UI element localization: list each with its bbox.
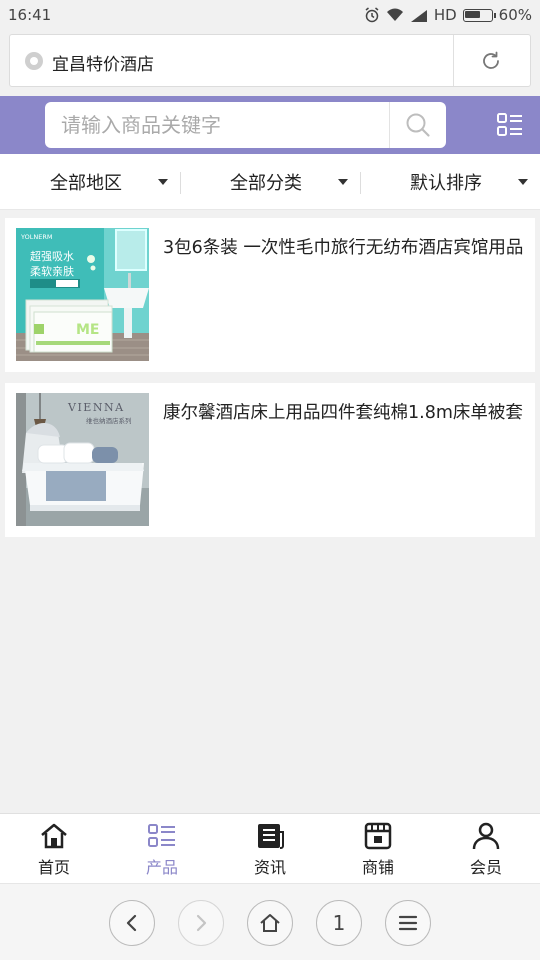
nav-item-news[interactable]: 资讯 [216, 814, 324, 884]
search-box [45, 102, 446, 148]
chevron-right-icon [196, 914, 207, 932]
filter-bar: 全部地区 全部分类 默认排序 [0, 154, 540, 210]
svg-text:YOLNERM: YOLNERM [20, 233, 52, 241]
search-input[interactable] [45, 102, 389, 148]
home-icon [41, 823, 67, 849]
battery-icon [462, 8, 496, 22]
battery-percent: 60% [498, 6, 532, 24]
nav-item-member[interactable]: 会员 [432, 814, 540, 884]
reload-icon[interactable] [480, 50, 502, 76]
site-icon [25, 52, 43, 70]
nav-label: 商铺 [361, 858, 394, 877]
filter-category-label: 全部分类 [230, 173, 302, 194]
network-type: HD [433, 6, 457, 24]
store-icon [364, 822, 392, 850]
product-image[interactable]: ME YOLNERM 超强吸水 柔软亲肤 [16, 228, 149, 361]
chevron-down-icon [158, 179, 168, 185]
battery-level [465, 11, 480, 18]
search-icon [406, 113, 430, 137]
product-name[interactable]: 康尔馨酒店床上用品四件套纯棉1.8m床单被套 [163, 399, 527, 424]
nav-item-products[interactable]: 产品 [108, 814, 216, 884]
home-button[interactable] [247, 900, 293, 946]
svg-text:柔软亲肤: 柔软亲肤 [30, 264, 74, 278]
search-button[interactable] [390, 102, 446, 148]
browser-address-bar[interactable]: 宜昌特价酒店 [9, 34, 531, 87]
product-name[interactable]: 3包6条装 一次性毛巾旅行无纺布酒店宾馆用品 [163, 234, 527, 259]
page-title: 宜昌特价酒店 [52, 55, 154, 75]
filter-sort-label: 默认排序 [410, 173, 482, 194]
menu-button[interactable] [385, 900, 431, 946]
nav-label: 资讯 [253, 858, 286, 877]
user-icon [472, 822, 500, 850]
alarm-icon [364, 7, 380, 23]
nav-item-home[interactable]: 首页 [0, 814, 108, 884]
back-button[interactable] [109, 900, 155, 946]
filter-region[interactable]: 全部地区 [50, 154, 180, 210]
bottom-nav: 首页 产品 资讯 商铺 会员 [0, 813, 540, 883]
status-time: 16:41 [8, 6, 52, 24]
filter-category[interactable]: 全部分类 [230, 154, 360, 210]
filter-sort[interactable]: 默认排序 [410, 154, 535, 210]
chevron-left-icon [126, 914, 137, 932]
list-icon [148, 824, 175, 847]
signal-icon [410, 9, 428, 22]
forward-button[interactable] [178, 900, 224, 946]
wifi-icon [386, 8, 404, 22]
category-menu-icon[interactable] [496, 112, 524, 142]
tabs-button[interactable]: 1 [316, 900, 362, 946]
product-card[interactable]: ME YOLNERM 超强吸水 柔软亲肤 3包6条装 一次性毛巾旅行无纺布酒店宾… [5, 218, 535, 372]
chevron-down-icon [338, 179, 348, 185]
home-icon [260, 914, 280, 932]
nav-label: 首页 [37, 858, 70, 877]
status-bar: 16:41 HD 60% [0, 0, 540, 30]
product-card[interactable]: VIENNA 维也纳酒店系列 康尔馨酒店床上用品四件套纯棉1.8m床单被套 [5, 383, 535, 537]
news-icon [258, 824, 284, 849]
filter-region-label: 全部地区 [50, 173, 122, 194]
svg-text:VIENNA: VIENNA [67, 401, 125, 414]
nav-item-store[interactable]: 商铺 [324, 814, 432, 884]
browser-toolbar: 1 [0, 883, 540, 960]
chevron-down-icon [518, 179, 528, 185]
svg-text:维也纳酒店系列: 维也纳酒店系列 [86, 416, 132, 425]
tab-count: 1 [332, 911, 346, 935]
site-header [0, 96, 540, 154]
product-image[interactable]: VIENNA 维也纳酒店系列 [16, 393, 149, 526]
nav-label: 会员 [469, 858, 502, 877]
svg-text:ME: ME [76, 322, 100, 338]
svg-text:超强吸水: 超强吸水 [30, 249, 74, 263]
hamburger-icon [398, 915, 418, 931]
nav-label: 产品 [145, 858, 178, 877]
